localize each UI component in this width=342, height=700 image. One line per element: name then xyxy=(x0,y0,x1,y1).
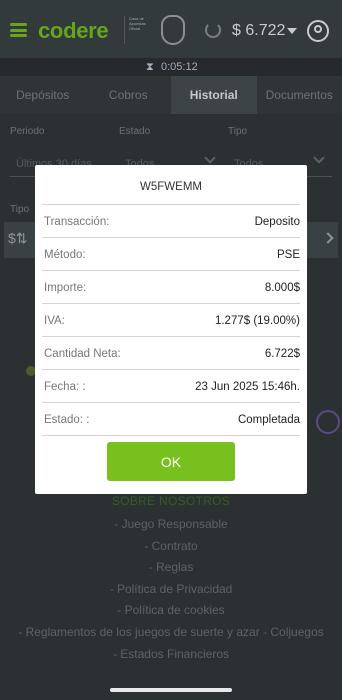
detail-row-transaccion: Transacción: Deposito xyxy=(42,204,300,237)
footer-link-reglas[interactable]: - Reglas xyxy=(0,557,342,579)
deposit-icon: $⇅ xyxy=(8,230,28,246)
detail-key: Método: xyxy=(44,249,86,261)
refresh-icon[interactable] xyxy=(205,22,221,38)
periodo-label: Periodo xyxy=(10,126,45,137)
footer-link-juego-responsable[interactable]: - Juego Responsable xyxy=(0,514,342,536)
modal-divider xyxy=(42,435,300,436)
tab-depositos[interactable]: Depósitos xyxy=(0,76,86,114)
footer-link-privacidad[interactable]: - Política de Privacidad xyxy=(0,579,342,601)
app-header: codere Casa de Apuestas Oficial $ 6.722 xyxy=(0,0,342,58)
tab-historial[interactable]: Historial xyxy=(171,76,257,114)
detail-key: Fecha: : xyxy=(44,381,86,393)
detail-row-fecha: Fecha: : 23 Jun 2025 15:46h. xyxy=(42,369,300,402)
home-indicator[interactable] xyxy=(110,688,232,692)
footer-title: SOBRE NOSOTROS xyxy=(111,494,231,508)
detail-key: Importe: xyxy=(44,282,87,294)
hourglass-icon: ⧗ xyxy=(146,61,154,73)
footer: SOBRE NOSOTROS - Juego Responsable - Con… xyxy=(0,494,342,665)
menu-icon[interactable] xyxy=(10,23,27,37)
balance-value[interactable]: $ 6.722 xyxy=(232,22,285,40)
footer-link-reglamentos[interactable]: - Reglamentos de los juegos de suerte y … xyxy=(0,622,342,644)
detail-key: Transacción: xyxy=(44,216,110,228)
detail-row-importe: Importe: 8.000$ xyxy=(42,270,300,303)
ok-button[interactable]: OK xyxy=(107,442,235,481)
list-column-tipo: Tipo xyxy=(10,204,30,215)
chat-bubble-icon[interactable] xyxy=(316,410,340,434)
session-timer: 0:05:12 xyxy=(161,61,198,73)
detail-value: 23 Jun 2025 15:46h. xyxy=(195,381,300,393)
modal-title: W5FWEMM xyxy=(140,181,202,193)
chevron-down-icon[interactable] xyxy=(287,28,297,34)
tab-documentos[interactable]: Documentos xyxy=(257,76,342,114)
estado-label: Estado xyxy=(119,126,151,137)
detail-value: 6.722$ xyxy=(264,348,300,360)
transaction-detail-modal: W5FWEMM Transacción: Deposito Método: PS… xyxy=(35,165,307,494)
detail-value: Completada xyxy=(237,414,300,426)
footer-link-contrato[interactable]: - Contrato xyxy=(0,536,342,558)
real-madrid-crest-icon xyxy=(161,15,185,45)
tipo-chevron-down-icon[interactable] xyxy=(313,152,325,164)
tipo-filter-label: Tipo xyxy=(228,126,248,137)
chevron-right-icon[interactable] xyxy=(322,232,334,244)
partner-text: Casa de Apuestas Oficial xyxy=(124,16,156,44)
detail-key: Cantidad Neta: xyxy=(44,348,121,360)
detail-row-iva: IVA: 1.277$ (19.00%) xyxy=(42,303,300,336)
detail-value: Deposito xyxy=(254,216,300,228)
detail-key: Estado: : xyxy=(44,414,90,426)
user-account-icon[interactable] xyxy=(307,20,329,42)
detail-key: IVA: xyxy=(44,315,65,327)
tab-bar: Depósitos Cobros Historial Documentos xyxy=(0,76,342,114)
codere-logo[interactable]: codere xyxy=(38,18,109,44)
detail-value: 8.000$ xyxy=(264,282,300,294)
detail-row-cantidad-neta: Cantidad Neta: 6.722$ xyxy=(42,336,300,369)
estado-chevron-down-icon[interactable] xyxy=(204,152,216,164)
detail-value: PSE xyxy=(276,249,300,261)
session-timer-bar: ⧗ 0:05:12 xyxy=(0,58,342,76)
detail-row-estado: Estado: : Completada xyxy=(42,402,300,435)
detail-row-metodo: Método: PSE xyxy=(42,237,300,270)
footer-link-cookies[interactable]: - Política de cookies xyxy=(0,600,342,622)
tab-cobros[interactable]: Cobros xyxy=(86,76,172,114)
detail-value: 1.277$ (19.00%) xyxy=(214,315,300,327)
footer-link-estados-financieros[interactable]: - Estados Financieros xyxy=(0,644,342,666)
